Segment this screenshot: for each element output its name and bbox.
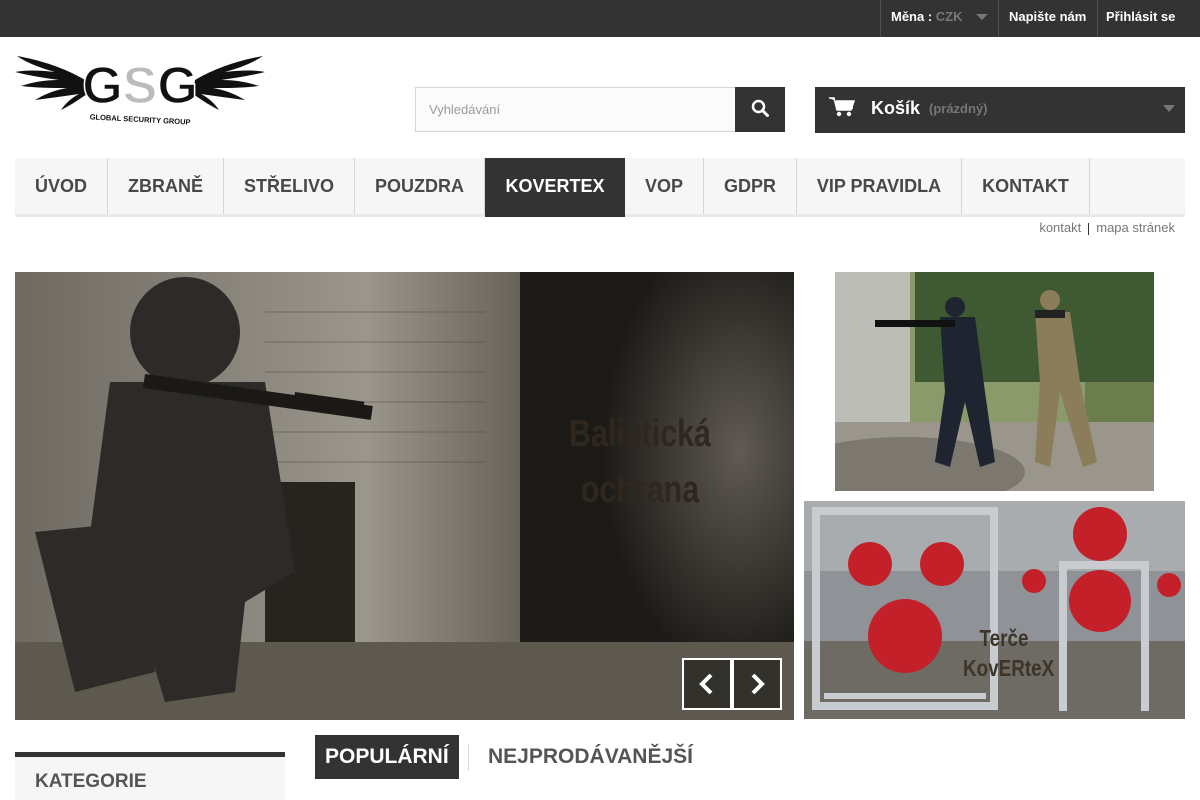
banner-targets-line1: Terče bbox=[979, 625, 1029, 651]
cart-button[interactable]: Košík (prázdný) bbox=[815, 87, 1185, 133]
tab-bestsellers[interactable]: NEJPRODÁVANĚJŠÍ bbox=[478, 735, 703, 779]
banner-training[interactable] bbox=[835, 272, 1154, 491]
svg-text:GSG: GSG bbox=[82, 57, 198, 115]
search-input[interactable] bbox=[415, 87, 736, 132]
currency-value: CZK bbox=[935, 9, 963, 24]
chevron-right-icon bbox=[751, 673, 765, 695]
slide-caption-line1: Balistická bbox=[569, 413, 711, 455]
tab-popular[interactable]: POPULÁRNÍ bbox=[315, 735, 459, 779]
menu-item-strelivo[interactable]: STŘELIVO bbox=[224, 158, 355, 214]
currency-label: Měna : bbox=[891, 9, 933, 24]
chevron-down-icon bbox=[976, 14, 988, 20]
site-logo[interactable]: GSG GLOBAL SECURITY GROUP bbox=[15, 50, 265, 128]
menu-item-gdpr[interactable]: GDPR bbox=[704, 158, 797, 214]
training-photo bbox=[835, 272, 1154, 491]
banner-targets-line2: KovERteX bbox=[963, 655, 1055, 681]
menu-item-vip-pravidla[interactable]: VIP PRAVIDLA bbox=[797, 158, 962, 214]
slider-next-button[interactable] bbox=[732, 658, 782, 710]
hero-slider[interactable]: Balistická ochrana bbox=[15, 272, 794, 720]
banner-targets-caption: Terče KovERteX bbox=[963, 623, 1055, 683]
chevron-left-icon bbox=[699, 673, 713, 695]
chevron-down-icon bbox=[1163, 105, 1175, 112]
login-link[interactable]: Přihlásit se bbox=[1097, 0, 1200, 37]
cart-status: (prázdný) bbox=[929, 101, 988, 116]
kontakt-link[interactable]: kontakt bbox=[1039, 220, 1081, 235]
menu-item-vop[interactable]: VOP bbox=[625, 158, 704, 214]
categories-block: KATEGORIE bbox=[15, 752, 285, 800]
divider bbox=[1088, 222, 1090, 235]
header-links: kontakt mapa stránek bbox=[1039, 220, 1175, 235]
menu-item-kovertex[interactable]: KOVERTEX bbox=[485, 158, 625, 217]
top-bar: Měna : CZK Napište nám Přihlásit se bbox=[0, 0, 1200, 37]
menu-item-zbrane[interactable]: ZBRANĚ bbox=[108, 158, 224, 214]
cart-label: Košík bbox=[871, 98, 921, 118]
contact-us-link[interactable]: Napište nám bbox=[998, 0, 1098, 37]
slide-caption-line2: ochrana bbox=[580, 469, 700, 511]
search-button[interactable] bbox=[735, 87, 785, 132]
currency-selector[interactable]: Měna : CZK bbox=[880, 0, 998, 37]
slider-prev-button[interactable] bbox=[682, 658, 732, 710]
search-icon bbox=[751, 99, 769, 117]
tab-divider bbox=[468, 744, 469, 771]
banner-targets[interactable]: Terče KovERteX bbox=[804, 501, 1185, 719]
menu-item-pouzdra[interactable]: POUZDRA bbox=[355, 158, 485, 214]
gsg-wings-logo-icon: GSG GLOBAL SECURITY GROUP bbox=[15, 56, 265, 127]
targets-photo bbox=[804, 501, 1185, 719]
main-menu: ÚVOD ZBRANĚ STŘELIVO POUZDRA KOVERTEX VO… bbox=[15, 158, 1185, 217]
slide-caption: Balistická ochrana bbox=[556, 406, 724, 518]
sitemap-link[interactable]: mapa stránek bbox=[1096, 220, 1175, 235]
menu-item-kontakt[interactable]: KONTAKT bbox=[962, 158, 1090, 214]
cart-icon bbox=[829, 97, 855, 117]
categories-title: KATEGORIE bbox=[35, 771, 147, 792]
menu-item-uvod[interactable]: ÚVOD bbox=[15, 158, 108, 214]
